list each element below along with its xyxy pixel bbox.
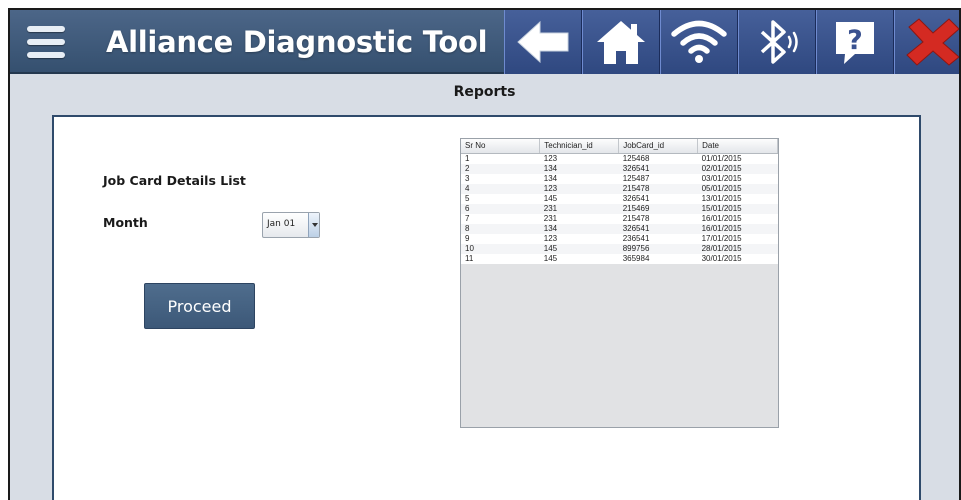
month-select-value: Jan 01	[267, 219, 296, 229]
table-row[interactable]: 9 123 236541 17/01/2015	[461, 233, 778, 244]
cell-technician-id: 123	[539, 183, 619, 194]
cell-date: 15/01/2015	[697, 203, 778, 214]
cell-sr-no: 6	[461, 203, 540, 214]
column-header-sr-no[interactable]: Sr No	[461, 139, 541, 154]
cell-technician-id: 145	[539, 243, 619, 254]
table-row[interactable]: 2 134 326541 02/01/2015	[461, 163, 778, 174]
cell-technician-id: 231	[539, 203, 619, 214]
table-row[interactable]: 7 231 215478 16/01/2015	[461, 213, 778, 224]
month-select[interactable]: Jan 01	[262, 212, 320, 238]
close-icon	[906, 18, 959, 66]
table-row[interactable]: 3 134 125487 03/01/2015	[461, 173, 778, 184]
cell-date: 17/01/2015	[697, 233, 778, 244]
cell-jobcard-id: 125487	[618, 173, 698, 184]
table-header-row: Sr No Technician_id JobCard_id Date	[461, 139, 778, 154]
title-bar: Alliance Diagnostic Tool ?	[10, 10, 959, 74]
app-title: Alliance Diagnostic Tool	[106, 25, 488, 59]
cell-date: 01/01/2015	[697, 153, 778, 164]
cell-jobcard-id: 125468	[618, 153, 698, 164]
cell-sr-no: 11	[461, 253, 540, 264]
cell-date: 13/01/2015	[697, 193, 778, 204]
app-window: Alliance Diagnostic Tool ? Reports Job C…	[8, 8, 961, 500]
table-row[interactable]: 10 145 899756 28/01/2015	[461, 243, 778, 254]
home-button[interactable]	[582, 10, 660, 74]
cell-jobcard-id: 236541	[618, 233, 698, 244]
cell-technician-id: 145	[539, 253, 619, 264]
column-header-technician-id[interactable]: Technician_id	[539, 139, 620, 154]
cell-date: 16/01/2015	[697, 223, 778, 234]
cell-sr-no: 3	[461, 173, 540, 184]
cell-technician-id: 231	[539, 213, 619, 224]
cell-technician-id: 134	[539, 163, 619, 174]
cell-sr-no: 2	[461, 163, 540, 174]
cell-jobcard-id: 215478	[618, 183, 698, 194]
home-icon	[597, 21, 645, 64]
cell-sr-no: 9	[461, 233, 540, 244]
cell-jobcard-id: 326541	[618, 193, 698, 204]
table-row[interactable]: 8 134 326541 16/01/2015	[461, 223, 778, 234]
table-row[interactable]: 4 123 215478 05/01/2015	[461, 183, 778, 194]
table-row[interactable]: 5 145 326541 13/01/2015	[461, 193, 778, 204]
reports-panel: Job Card Details List Month Jan 01 Proce…	[52, 115, 921, 500]
cell-date: 02/01/2015	[697, 163, 778, 174]
cell-sr-no: 8	[461, 223, 540, 234]
cell-sr-no: 1	[461, 153, 540, 164]
cell-jobcard-id: 899756	[618, 243, 698, 254]
back-button[interactable]	[504, 10, 582, 74]
toolbar: ?	[504, 10, 959, 74]
job-card-table[interactable]: Sr No Technician_id JobCard_id Date 1 123…	[460, 138, 779, 428]
table-row[interactable]: 1 123 125468 01/01/2015	[461, 153, 778, 164]
bluetooth-icon	[760, 20, 798, 64]
proceed-button[interactable]: Proceed	[144, 283, 255, 329]
job-card-list-label: Job Card Details List	[103, 173, 246, 188]
cell-jobcard-id: 326541	[618, 163, 698, 174]
cell-technician-id: 123	[539, 153, 619, 164]
cell-jobcard-id: 215469	[618, 203, 698, 214]
cell-jobcard-id: 365984	[618, 253, 698, 264]
back-arrow-icon	[517, 20, 569, 64]
cell-sr-no: 10	[461, 243, 540, 254]
svg-text:?: ?	[847, 25, 863, 56]
month-label: Month	[103, 215, 148, 230]
cell-technician-id: 134	[539, 223, 619, 234]
table-row[interactable]: 6 231 215469 15/01/2015	[461, 203, 778, 214]
cell-jobcard-id: 326541	[618, 223, 698, 234]
wifi-button[interactable]	[660, 10, 738, 74]
cell-sr-no: 7	[461, 213, 540, 224]
cell-date: 28/01/2015	[697, 243, 778, 254]
cell-date: 03/01/2015	[697, 173, 778, 184]
cell-technician-id: 145	[539, 193, 619, 204]
column-header-date[interactable]: Date	[697, 139, 778, 154]
cell-technician-id: 134	[539, 173, 619, 184]
cell-date: 16/01/2015	[697, 213, 778, 224]
table-row[interactable]: 11 145 365984 30/01/2015	[461, 253, 778, 264]
cell-sr-no: 5	[461, 193, 540, 204]
bluetooth-button[interactable]	[738, 10, 816, 74]
cell-date: 30/01/2015	[697, 253, 778, 264]
cell-technician-id: 123	[539, 233, 619, 244]
cell-date: 05/01/2015	[697, 183, 778, 194]
help-icon: ?	[836, 22, 874, 64]
close-button[interactable]	[894, 10, 959, 74]
menu-icon[interactable]	[20, 20, 72, 64]
help-button[interactable]: ?	[816, 10, 894, 74]
column-header-jobcard-id[interactable]: JobCard_id	[618, 139, 699, 154]
cell-sr-no: 4	[461, 183, 540, 194]
chevron-down-icon[interactable]	[308, 213, 319, 237]
cell-jobcard-id: 215478	[618, 213, 698, 224]
page-title: Reports	[453, 84, 516, 100]
wifi-icon	[671, 20, 727, 63]
